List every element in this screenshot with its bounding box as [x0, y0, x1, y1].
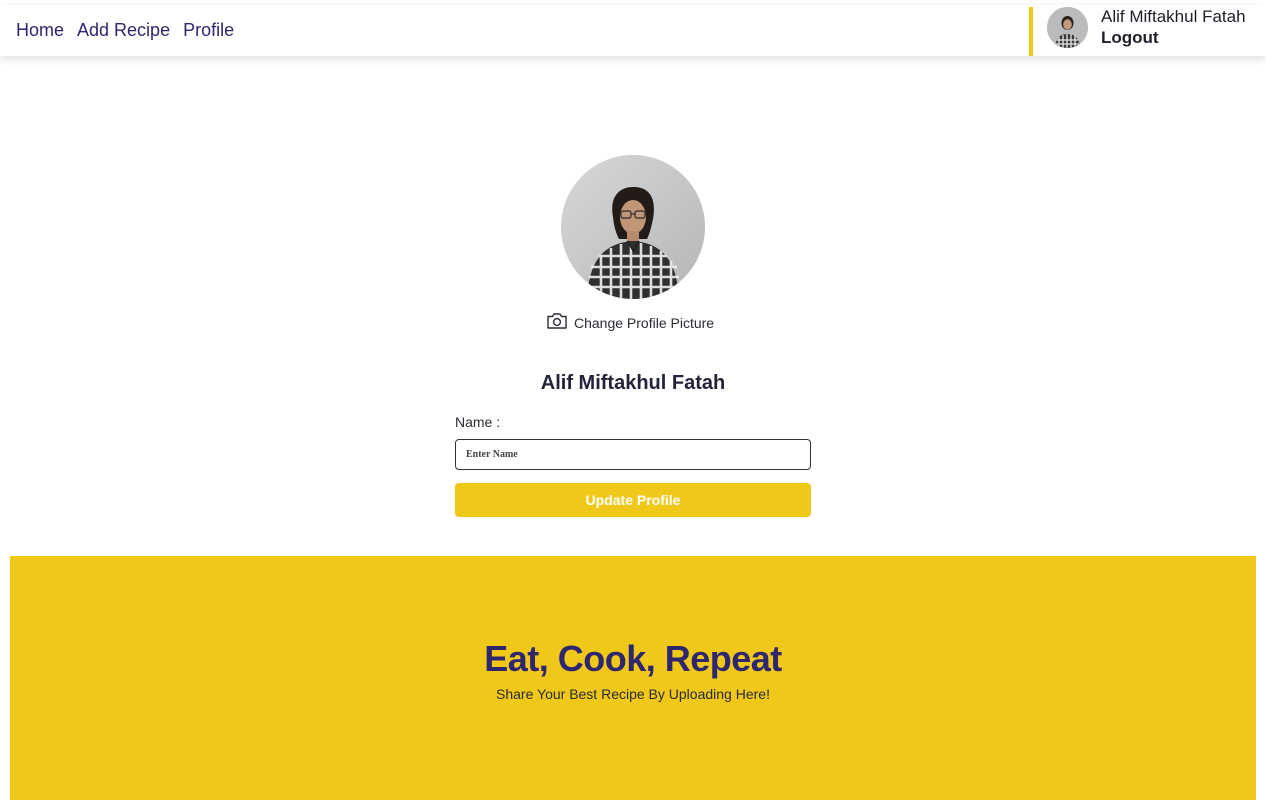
user-avatar[interactable] — [1047, 7, 1088, 48]
change-profile-picture-button[interactable]: Change Profile Picture — [546, 312, 714, 334]
top-navbar: Home Add Recipe Profile Alif Miftakhul F… — [0, 5, 1266, 56]
name-field-label: Name : — [455, 414, 501, 430]
footer-subtitle: Share Your Best Recipe By Uploading Here… — [496, 686, 770, 702]
update-profile-button[interactable]: Update Profile — [455, 483, 811, 517]
nav-add-recipe-link[interactable]: Add Recipe — [77, 18, 170, 42]
name-input[interactable] — [455, 439, 811, 470]
profile-picture — [561, 155, 705, 299]
footer-title: Eat, Cook, Repeat — [484, 638, 782, 679]
footer-banner: Eat, Cook, Repeat Share Your Best Recipe… — [10, 556, 1256, 800]
user-menu: Alif Miftakhul Fatah Logout — [1029, 7, 1266, 56]
user-name: Alif Miftakhul Fatah — [1101, 7, 1246, 26]
change-profile-picture-label: Change Profile Picture — [574, 315, 715, 331]
camera-icon — [546, 312, 568, 334]
nav-profile-link[interactable]: Profile — [183, 18, 234, 42]
main-nav: Home Add Recipe Profile — [16, 18, 247, 42]
nav-home-link[interactable]: Home — [16, 18, 64, 42]
logout-link[interactable]: Logout — [1101, 27, 1159, 49]
profile-name-heading: Alif Miftakhul Fatah — [540, 372, 726, 394]
